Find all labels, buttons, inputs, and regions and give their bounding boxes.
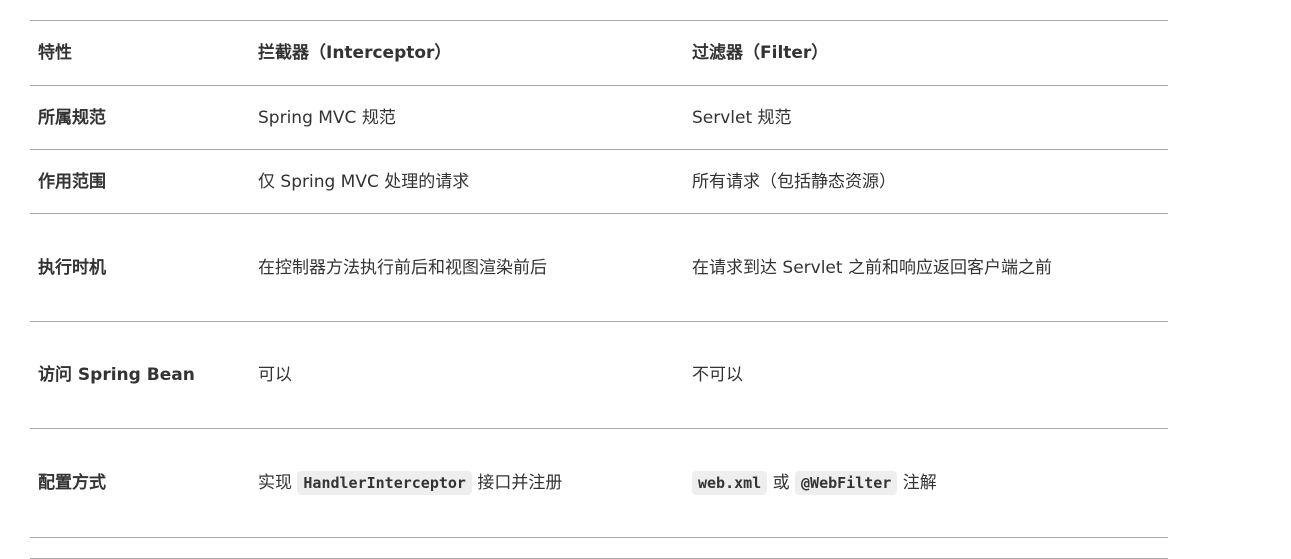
empty-cell [30, 537, 250, 559]
table-row: 作用范围 仅 Spring MVC 处理的请求 所有请求（包括静态资源） [30, 149, 1168, 214]
header-interceptor: 拦截器（Interceptor） [250, 20, 684, 86]
interceptor-cell: 在控制器方法执行前后和视图渲染前后 [250, 213, 684, 322]
table-row: 配置方式 实现 HandlerInterceptor 接口并注册 web.xml… [30, 428, 1168, 538]
filter-cell: 不可以 [684, 321, 1168, 429]
interceptor-cell: 可以 [250, 321, 684, 429]
empty-cell [250, 537, 684, 559]
inline-code: HandlerInterceptor [297, 471, 472, 495]
header-filter: 过滤器（Filter） [684, 20, 1168, 86]
interceptor-cell: 仅 Spring MVC 处理的请求 [250, 149, 684, 214]
filter-cell: Servlet 规范 [684, 85, 1168, 150]
text: 接口并注册 [471, 473, 563, 493]
feature-cell: 执行时机 [30, 213, 250, 322]
table-row: 访问 Spring Bean 可以 不可以 [30, 321, 1168, 429]
filter-cell: web.xml 或 @WebFilter 注解 [684, 428, 1168, 538]
empty-row [30, 537, 1168, 559]
header-feature: 特性 [30, 20, 250, 86]
empty-cell [684, 537, 1168, 559]
feature-cell: 所属规范 [30, 85, 250, 150]
feature-cell: 作用范围 [30, 149, 250, 214]
text: 或 [767, 473, 796, 493]
filter-cell: 所有请求（包括静态资源） [684, 149, 1168, 214]
inline-code: @WebFilter [795, 471, 898, 495]
filter-cell: 在请求到达 Servlet 之前和响应返回客户端之前 [684, 213, 1168, 322]
table-row: 所属规范 Spring MVC 规范 Servlet 规范 [30, 85, 1168, 150]
table-header-row: 特性 拦截器（Interceptor） 过滤器（Filter） [30, 20, 1168, 86]
inline-code: web.xml [692, 471, 768, 495]
text: 实现 [258, 473, 298, 493]
interceptor-cell: 实现 HandlerInterceptor 接口并注册 [250, 428, 684, 538]
text: 注解 [897, 473, 937, 493]
feature-cell: 访问 Spring Bean [30, 321, 250, 429]
table-row: 执行时机 在控制器方法执行前后和视图渲染前后 在请求到达 Servlet 之前和… [30, 213, 1168, 322]
interceptor-cell: Spring MVC 规范 [250, 85, 684, 150]
comparison-table: 特性 拦截器（Interceptor） 过滤器（Filter） 所属规范 Spr… [30, 20, 1168, 559]
feature-cell: 配置方式 [30, 428, 250, 538]
